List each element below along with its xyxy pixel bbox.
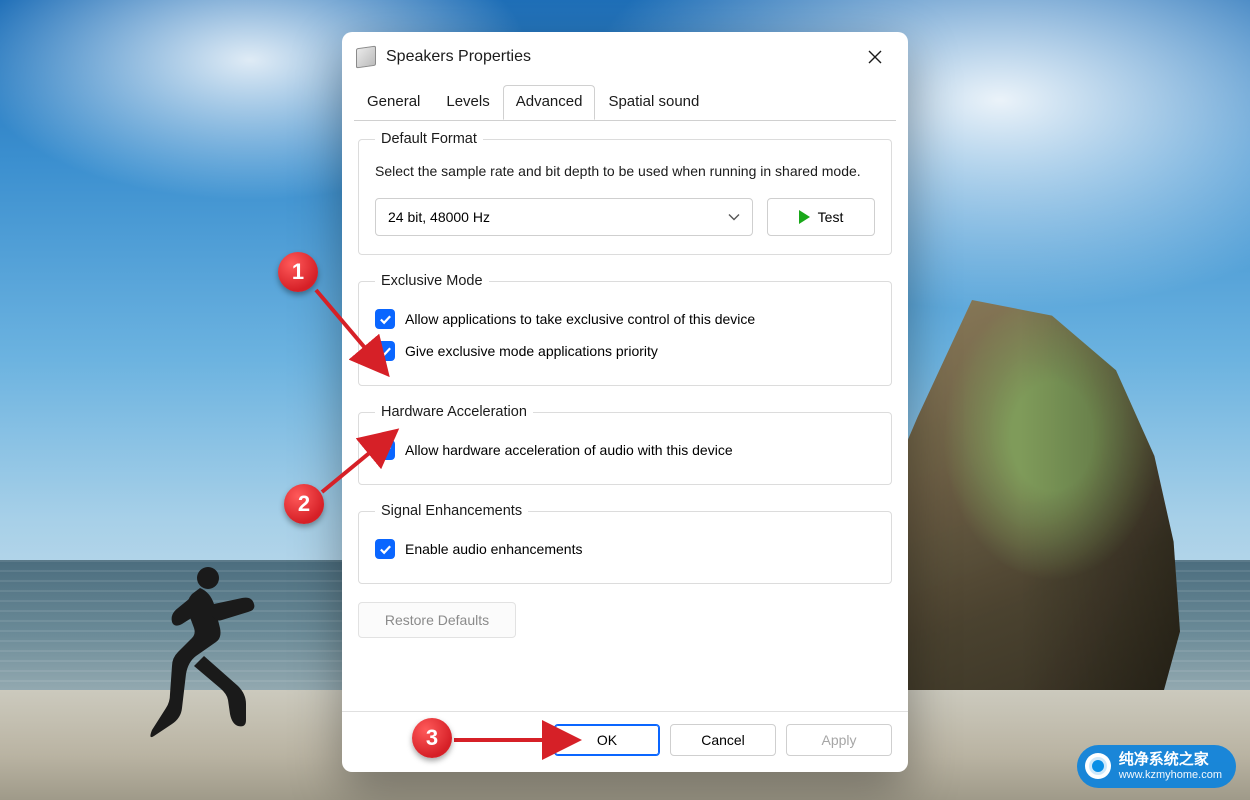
tab-general[interactable]: General [354, 85, 433, 120]
default-format-description: Select the sample rate and bit depth to … [375, 161, 875, 182]
close-button[interactable] [856, 42, 894, 72]
default-format-legend: Default Format [375, 131, 483, 147]
sample-format-select[interactable]: 24 bit, 48000 Hz [375, 198, 753, 236]
titlebar: Speakers Properties [342, 32, 908, 78]
enable-enhancements-label: Enable audio enhancements [405, 541, 582, 557]
sample-format-value: 24 bit, 48000 Hz [388, 209, 490, 225]
test-button[interactable]: Test [767, 198, 875, 236]
default-format-group: Default Format Select the sample rate an… [358, 131, 892, 255]
hardware-acceleration-legend: Hardware Acceleration [375, 404, 533, 420]
restore-defaults-label: Restore Defaults [385, 612, 489, 628]
exclusive-priority-label: Give exclusive mode applications priorit… [405, 343, 658, 359]
watermark-url: www.kzmyhome.com [1119, 769, 1222, 782]
allow-exclusive-label: Allow applications to take exclusive con… [405, 311, 755, 327]
restore-defaults-button[interactable]: Restore Defaults [358, 602, 516, 638]
chevron-down-icon [728, 211, 740, 223]
exclusive-mode-group: Exclusive Mode Allow applications to tak… [358, 273, 892, 386]
speakers-properties-dialog: Speakers Properties General Levels Advan… [342, 32, 908, 772]
annotation-step-1: 1 [278, 252, 318, 292]
window-title: Speakers Properties [386, 48, 531, 66]
play-icon [799, 210, 810, 224]
tab-levels[interactable]: Levels [433, 85, 502, 120]
apply-button[interactable]: Apply [786, 724, 892, 756]
annotation-step-2: 2 [284, 484, 324, 524]
runner-silhouette [140, 560, 270, 740]
tab-spatial-sound[interactable]: Spatial sound [595, 85, 712, 120]
ok-button-label: OK [597, 732, 617, 748]
tab-strip: General Levels Advanced Spatial sound [342, 84, 908, 120]
tab-advanced[interactable]: Advanced [503, 85, 596, 120]
cancel-button[interactable]: Cancel [670, 724, 776, 756]
signal-enhancements-legend: Signal Enhancements [375, 503, 528, 519]
signal-enhancements-group: Signal Enhancements Enable audio enhance… [358, 503, 892, 584]
annotation-arrow-3 [452, 730, 582, 750]
allow-hw-accel-label: Allow hardware acceleration of audio wit… [405, 442, 733, 458]
hardware-acceleration-group: Hardware Acceleration Allow hardware acc… [358, 404, 892, 485]
annotation-arrow-2 [316, 430, 406, 498]
watermark-title: 纯净系统之家 [1119, 751, 1222, 769]
annotation-step-3: 3 [412, 718, 452, 758]
apply-button-label: Apply [821, 732, 856, 748]
tab-panel-advanced: Default Format Select the sample rate an… [342, 121, 908, 711]
enable-enhancements-checkbox[interactable] [375, 539, 395, 559]
annotation-arrow-1 [310, 284, 400, 384]
check-icon [379, 543, 392, 556]
watermark-badge: 纯净系统之家 www.kzmyhome.com [1077, 745, 1236, 788]
cancel-button-label: Cancel [701, 732, 745, 748]
close-icon [868, 50, 882, 64]
watermark-logo-icon [1085, 753, 1111, 779]
speaker-icon [356, 47, 376, 67]
test-button-label: Test [818, 209, 844, 225]
